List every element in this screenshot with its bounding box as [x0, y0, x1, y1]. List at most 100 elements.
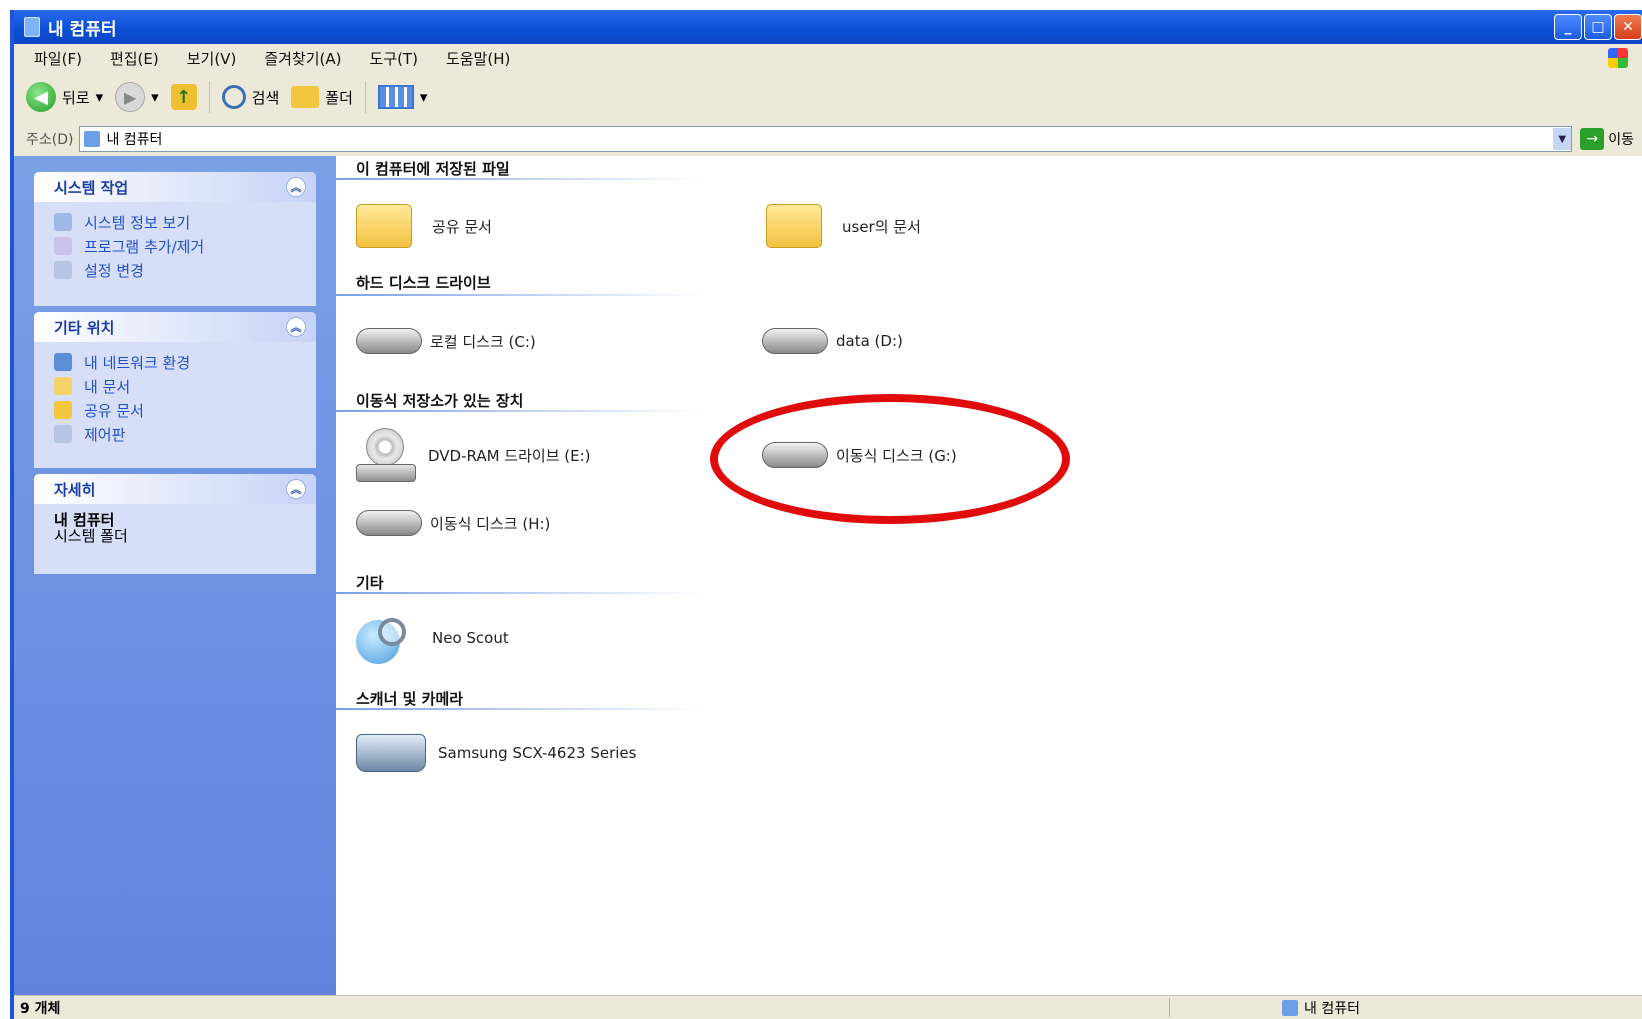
hard-drive-icon [762, 328, 828, 354]
item-label: data (D:) [836, 332, 903, 350]
window-title: 내 컴퓨터 [48, 19, 117, 40]
status-location: 내 컴퓨터 [1282, 998, 1360, 1018]
task-pane: 시스템 작업 ︽ 시스템 정보 보기 프로그램 추가/제거 설정 변경 기타 위… [14, 156, 336, 996]
other-places-header[interactable]: 기타 위치 ︽ [34, 312, 316, 342]
other-places-panel: 기타 위치 ︽ 내 네트워크 환경 내 문서 공유 문서 제어판 [34, 312, 316, 468]
system-info-icon [54, 213, 72, 231]
menu-favorites[interactable]: 즐겨찾기(A) [264, 48, 341, 69]
go-button[interactable]: → 이동 [1580, 128, 1634, 150]
item-label: 로컬 디스크 (C:) [430, 332, 536, 351]
system-tasks-panel: 시스템 작업 ︽ 시스템 정보 보기 프로그램 추가/제거 설정 변경 [34, 172, 316, 306]
item-neo-scout[interactable]: Neo Scout [356, 612, 509, 664]
control-panel-icon [54, 425, 72, 443]
details-header[interactable]: 자세히 ︽ [34, 474, 316, 504]
details-body: 내 컴퓨터 시스템 폴더 [34, 504, 316, 574]
hard-drive-icon [356, 328, 422, 354]
task-change-setting[interactable]: 설정 변경 [54, 258, 316, 282]
task-label: 프로그램 추가/제거 [84, 237, 205, 256]
views-button[interactable]: ▾ [377, 85, 428, 109]
place-shared-documents[interactable]: 공유 문서 [54, 398, 316, 422]
item-label: 이동식 디스크 (H:) [430, 514, 551, 533]
views-dropdown-icon[interactable]: ▾ [420, 88, 428, 106]
status-bar: 9 개체 내 컴퓨터 [14, 995, 1642, 1019]
folders-button[interactable]: 폴더 [291, 86, 353, 108]
menu-view[interactable]: 보기(V) [187, 48, 237, 69]
back-dropdown-icon[interactable]: ▾ [96, 88, 104, 106]
standard-toolbar: ◀ 뒤로 ▾ ▶ ▾ ↑ 검색 폴더 ▾ [14, 72, 1642, 123]
folder-icon [54, 401, 72, 419]
windows-logo-icon [1608, 48, 1628, 68]
task-label: 설정 변경 [84, 261, 144, 280]
details-panel: 자세히 ︽ 내 컴퓨터 시스템 폴더 [34, 474, 316, 574]
forward-dropdown-icon[interactable]: ▾ [151, 88, 159, 106]
search-button[interactable]: 검색 [221, 85, 279, 109]
group-title-other: 기타 [356, 574, 384, 592]
place-label: 제어판 [84, 425, 126, 444]
address-label: 주소(D) [26, 132, 74, 148]
details-name: 내 컴퓨터 [54, 511, 115, 529]
up-button[interactable]: ↑ [170, 84, 197, 110]
place-label: 내 네트워크 환경 [84, 353, 191, 372]
place-control-panel[interactable]: 제어판 [54, 422, 316, 446]
place-my-network[interactable]: 내 네트워크 환경 [54, 350, 316, 374]
go-arrow-icon: → [1580, 128, 1605, 150]
item-label: Neo Scout [432, 629, 509, 647]
collapse-chevron-icon[interactable]: ︽ [286, 479, 306, 499]
maximize-button[interactable]: □ [1584, 14, 1612, 40]
collapse-chevron-icon[interactable]: ︽ [286, 177, 306, 197]
place-my-documents[interactable]: 내 문서 [54, 374, 316, 398]
address-bar: 주소(D) 내 컴퓨터 ▼ → 이동 [14, 122, 1642, 157]
toolbar-separator [364, 81, 366, 113]
menu-help[interactable]: 도움말(H) [446, 48, 510, 69]
details-subtitle: 시스템 폴더 [54, 527, 128, 545]
folders-icon [291, 86, 320, 108]
group-divider [336, 294, 706, 296]
system-tasks-body: 시스템 정보 보기 프로그램 추가/제거 설정 변경 [34, 202, 316, 306]
menu-file[interactable]: 파일(F) [34, 48, 82, 69]
task-add-remove-programs[interactable]: 프로그램 추가/제거 [54, 234, 316, 258]
item-label: 공유 문서 [432, 217, 492, 236]
close-button[interactable]: ✕ [1614, 14, 1642, 40]
explorer-window: 내 컴퓨터 _ □ ✕ 파일(F) 편집(E) 보기(V) 즐겨찾기(A) 도구… [10, 10, 1642, 1019]
title-bar[interactable]: 내 컴퓨터 _ □ ✕ [14, 10, 1642, 44]
control-panel-icon [54, 261, 72, 279]
menu-tools[interactable]: 도구(T) [369, 48, 417, 69]
item-removable-disk-h[interactable]: 이동식 디스크 (H:) [356, 510, 550, 536]
item-local-disk-c[interactable]: 로컬 디스크 (C:) [356, 328, 536, 354]
address-dropdown-icon[interactable]: ▼ [1553, 128, 1572, 150]
dvd-drive-icon [356, 428, 416, 482]
group-title-scanners: 스캐너 및 카메라 [356, 690, 464, 708]
item-user-documents[interactable]: user의 문서 [766, 204, 921, 248]
folder-icon [54, 377, 72, 395]
folder-icon [356, 204, 412, 248]
item-label: DVD-RAM 드라이브 (E:) [428, 446, 591, 465]
item-samsung-scanner[interactable]: Samsung SCX-4623 Series [356, 734, 636, 772]
folders-label: 폴더 [325, 88, 353, 107]
group-divider [336, 708, 706, 710]
menu-edit[interactable]: 편집(E) [110, 48, 159, 69]
scanner-icon [356, 734, 426, 772]
task-view-system-info[interactable]: 시스템 정보 보기 [54, 210, 316, 234]
collapse-chevron-icon[interactable]: ︽ [286, 317, 306, 337]
go-label: 이동 [1608, 132, 1634, 148]
item-shared-documents[interactable]: 공유 문서 [356, 204, 492, 248]
folder-icon [766, 204, 822, 248]
back-arrow-icon: ◀ [26, 82, 56, 112]
item-dvd-ram-e[interactable]: DVD-RAM 드라이브 (E:) [356, 428, 591, 482]
item-data-d[interactable]: data (D:) [762, 328, 903, 354]
system-tasks-title: 시스템 작업 [54, 178, 129, 197]
views-icon [377, 85, 414, 109]
folder-up-icon: ↑ [170, 84, 197, 110]
forward-arrow-icon: ▶ [115, 82, 146, 112]
minimize-button[interactable]: _ [1554, 14, 1582, 40]
item-label: Samsung SCX-4623 Series [438, 744, 637, 762]
address-input[interactable]: 내 컴퓨터 ▼ [79, 126, 1573, 152]
forward-button[interactable]: ▶ ▾ [115, 82, 159, 112]
my-computer-icon [84, 131, 101, 147]
back-button[interactable]: ◀ 뒤로 ▾ [26, 82, 103, 112]
neo-scout-icon [356, 612, 412, 664]
my-computer-icon [1282, 999, 1298, 1016]
file-view: 이 컴퓨터에 저장된 파일 공유 문서 user의 문서 하드 디스크 드라이브… [336, 156, 1642, 996]
system-tasks-header[interactable]: 시스템 작업 ︽ [34, 172, 316, 202]
place-label: 공유 문서 [84, 401, 144, 420]
